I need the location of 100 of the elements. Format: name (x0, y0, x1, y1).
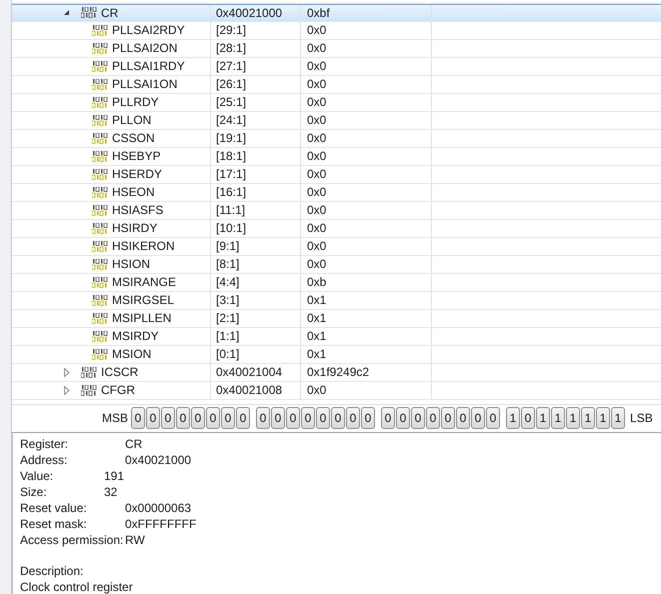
bit-toggle[interactable]: 0 (301, 407, 316, 430)
bit-toggle[interactable]: 0 (521, 407, 536, 430)
field-row[interactable]: MSIRANGE [4:4] 0xb (12, 274, 661, 292)
bit-toggle[interactable]: 0 (286, 407, 300, 430)
detail-value: 32 (104, 484, 118, 502)
detail-value: RW (125, 532, 145, 550)
bit-toggle[interactable]: 1 (551, 407, 566, 430)
bit-toggle[interactable]: 1 (581, 407, 596, 430)
field-row[interactable]: PLLON [24:1] 0x0 (12, 112, 661, 130)
field-row[interactable]: HSIKERON [9:1] 0x0 (12, 238, 661, 256)
field-row[interactable]: PLLSAI2RDY [29:1] 0x0 (12, 22, 661, 40)
bit-toggle[interactable]: 0 (161, 407, 176, 430)
bit-toggle[interactable]: 1 (566, 407, 580, 430)
bit-range: [27:1] (216, 58, 246, 76)
field-value: 0x1 (307, 346, 326, 364)
field-name: MSIPLLEN (112, 310, 172, 328)
field-row[interactable]: MSION [0:1] 0x1 (12, 346, 661, 364)
field-row[interactable]: HSEON [16:1] 0x0 (12, 184, 661, 202)
field-icon (92, 150, 108, 162)
field-row[interactable]: HSION [8:1] 0x0 (12, 256, 661, 274)
field-row[interactable]: PLLSAI2ON [28:1] 0x0 (12, 40, 661, 58)
field-icon (92, 114, 108, 126)
field-row[interactable]: PLLRDY [25:1] 0x0 (12, 94, 661, 112)
bit-range: [2:1] (216, 310, 240, 328)
bit-toggle[interactable]: 0 (146, 407, 160, 430)
bit-range: [29:1] (216, 22, 246, 40)
bit-toggle[interactable]: 0 (471, 407, 486, 430)
field-icon (92, 222, 108, 234)
bit-toggle[interactable]: 0 (361, 407, 376, 430)
bit-range: [8:1] (216, 256, 240, 274)
bit-toggle[interactable]: 0 (486, 407, 500, 430)
field-value: 0x0 (307, 130, 326, 148)
detail-value: 191 (104, 468, 124, 486)
field-row[interactable]: HSIRDY [10:1] 0x0 (12, 220, 661, 238)
bit-toggle[interactable]: 0 (221, 407, 236, 430)
field-row[interactable]: HSERDY [17:1] 0x0 (12, 166, 661, 184)
bit-toggle[interactable]: 0 (316, 407, 330, 430)
field-value: 0x1 (307, 292, 326, 310)
bit-toggle[interactable]: 1 (506, 407, 520, 430)
field-row[interactable]: PLLSAI1ON [26:1] 0x0 (12, 76, 661, 94)
field-row[interactable]: HSIASFS [11:1] 0x0 (12, 202, 661, 220)
field-value: 0x0 (307, 76, 326, 94)
msb-label: MSB (102, 410, 128, 428)
field-name: MSION (112, 346, 152, 364)
field-row[interactable]: HSEBYP [18:1] 0x0 (12, 148, 661, 166)
field-value: 0x1 (307, 310, 326, 328)
collapsed-arrow-icon[interactable] (64, 386, 70, 395)
detail-label: Size: (20, 484, 48, 502)
bit-toggle[interactable]: 0 (191, 407, 206, 430)
expanded-arrow-icon[interactable] (63, 9, 70, 16)
bit-toggle[interactable]: 0 (256, 407, 270, 430)
field-value: 0x0 (307, 22, 326, 40)
register-icon (81, 366, 97, 378)
field-icon (92, 294, 108, 306)
field-value: 0x0 (307, 58, 326, 76)
field-icon (92, 330, 108, 342)
field-name: MSIRGSEL (112, 292, 174, 310)
field-name: CSSON (112, 130, 155, 148)
field-row[interactable]: MSIPLLEN [2:1] 0x1 (12, 310, 661, 328)
field-row[interactable]: MSIRDY [1:1] 0x1 (12, 328, 661, 346)
bit-range: [19:1] (216, 130, 246, 148)
bit-toggle[interactable]: 0 (426, 407, 440, 430)
collapsed-arrow-icon[interactable] (64, 368, 70, 377)
field-row[interactable]: PLLSAI1RDY [27:1] 0x0 (12, 58, 661, 76)
field-name: PLLSAI1ON (112, 76, 178, 94)
bit-toggle[interactable]: 0 (331, 407, 346, 430)
field-name: HSION (112, 256, 150, 274)
bit-range: [3:1] (216, 292, 240, 310)
bit-range: [28:1] (216, 40, 246, 58)
bit-toggle[interactable]: 1 (611, 407, 626, 430)
field-name: PLLSAI2ON (112, 40, 178, 58)
register-value: 0x1f9249c2 (307, 364, 370, 382)
register-row[interactable]: CR 0x40021000 0xbf (12, 4, 661, 22)
field-row[interactable]: CSSON [19:1] 0x0 (12, 130, 661, 148)
bit-toggle[interactable]: 0 (441, 407, 456, 430)
field-value: 0x0 (307, 40, 326, 58)
bit-toggle[interactable]: 0 (456, 407, 470, 430)
register-row[interactable]: ICSCR 0x40021004 0x1f9249c2 (12, 364, 661, 382)
bit-range: [1:1] (216, 328, 240, 346)
field-value: 0x0 (307, 238, 326, 256)
bit-range: [18:1] (216, 148, 246, 166)
bit-toggle[interactable]: 0 (176, 407, 190, 430)
bit-toggle[interactable]: 0 (411, 407, 426, 430)
bit-toggle[interactable]: 0 (206, 407, 220, 430)
register-row[interactable]: CFGR 0x40021008 0x0 (12, 382, 661, 400)
bit-toggle[interactable]: 1 (596, 407, 610, 430)
bit-range: [4:4] (216, 274, 240, 292)
field-value: 0xb (307, 274, 326, 292)
bit-toggle[interactable]: 0 (381, 407, 396, 430)
bit-range: [24:1] (216, 112, 246, 130)
bit-toggle[interactable]: 0 (236, 407, 250, 430)
bit-toggle[interactable]: 1 (536, 407, 550, 430)
bit-toggle[interactable]: 0 (396, 407, 410, 430)
bit-toggle[interactable]: 0 (131, 407, 146, 430)
field-name: HSIRDY (112, 220, 158, 238)
bit-range: [11:1] (216, 202, 246, 220)
field-icon (92, 204, 108, 216)
field-row[interactable]: MSIRGSEL [3:1] 0x1 (12, 292, 661, 310)
bit-toggle[interactable]: 0 (346, 407, 360, 430)
bit-toggle[interactable]: 0 (271, 407, 286, 430)
